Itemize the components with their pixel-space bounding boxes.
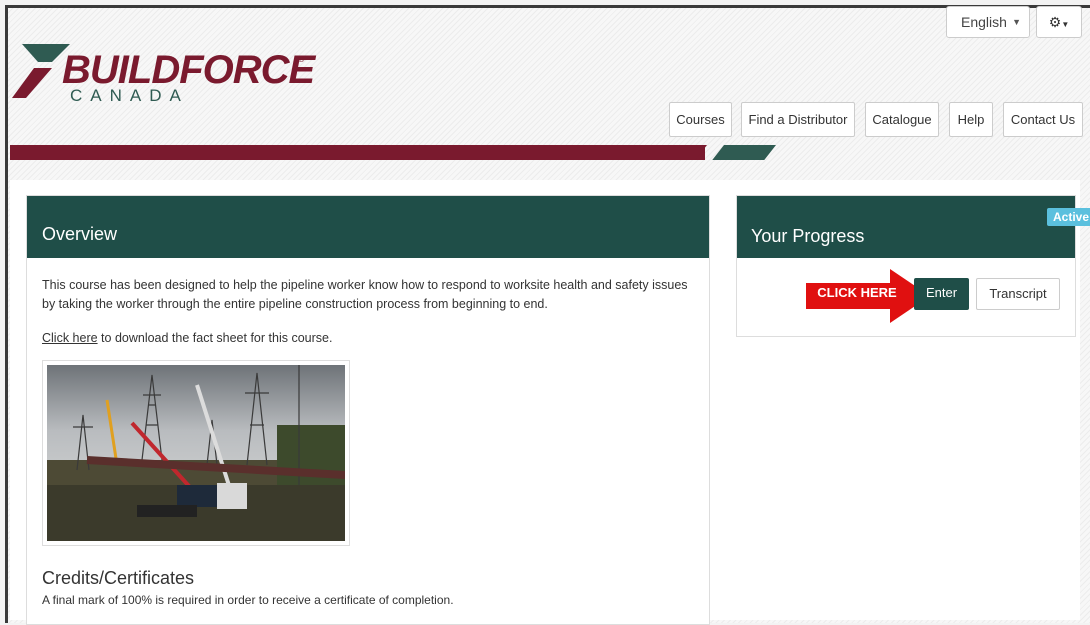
nav-courses[interactable]: Courses bbox=[669, 102, 732, 137]
settings-button[interactable]: ⚙▼ bbox=[1036, 6, 1082, 38]
nav-contact-us[interactable]: Contact Us bbox=[1003, 102, 1083, 137]
fact-sheet-line: Click here to download the fact sheet fo… bbox=[42, 331, 332, 345]
fact-sheet-link[interactable]: Click here bbox=[42, 331, 98, 345]
language-select[interactable]: English ▼ bbox=[946, 6, 1030, 38]
banner-stripe-red-end bbox=[695, 145, 707, 160]
logo-subtitle: CANADA bbox=[70, 86, 189, 105]
fact-sheet-text: to download the fact sheet for this cour… bbox=[97, 331, 333, 345]
credits-text: A final mark of 100% is required in orde… bbox=[42, 593, 454, 607]
chevron-down-icon: ▼ bbox=[1012, 17, 1021, 27]
chevron-down-icon: ▼ bbox=[1061, 20, 1070, 29]
enter-button[interactable]: Enter bbox=[914, 278, 969, 310]
progress-title: Your Progress bbox=[751, 226, 865, 246]
course-description: This course has been designed to help th… bbox=[42, 278, 688, 311]
nav-find-distributor[interactable]: Find a Distributor bbox=[741, 102, 855, 137]
click-here-callout: CLICK HERE bbox=[817, 285, 897, 300]
nav-help[interactable]: Help bbox=[949, 102, 993, 137]
overview-panel: Overview This course has been designed t… bbox=[26, 195, 710, 625]
overview-title: Overview bbox=[42, 224, 118, 244]
overview-header: Overview bbox=[27, 196, 709, 258]
credits-title: Credits/Certificates bbox=[42, 568, 195, 588]
pipeline-construction-image bbox=[47, 365, 345, 541]
progress-header: Your Progress bbox=[737, 196, 1075, 258]
transcript-button[interactable]: Transcript bbox=[976, 278, 1060, 310]
status-badge: Active bbox=[1047, 208, 1090, 226]
logo[interactable]: BUILDFORCE ® CANADA bbox=[8, 36, 315, 106]
language-select-value: English bbox=[961, 14, 1007, 30]
banner-stripe-red bbox=[10, 145, 705, 160]
logo-wordmark: BUILDFORCE bbox=[62, 48, 315, 92]
gear-icon: ⚙ bbox=[1048, 14, 1062, 30]
course-photo bbox=[42, 360, 350, 546]
nav-catalogue[interactable]: Catalogue bbox=[865, 102, 939, 137]
logo-registered: ® bbox=[298, 54, 305, 64]
